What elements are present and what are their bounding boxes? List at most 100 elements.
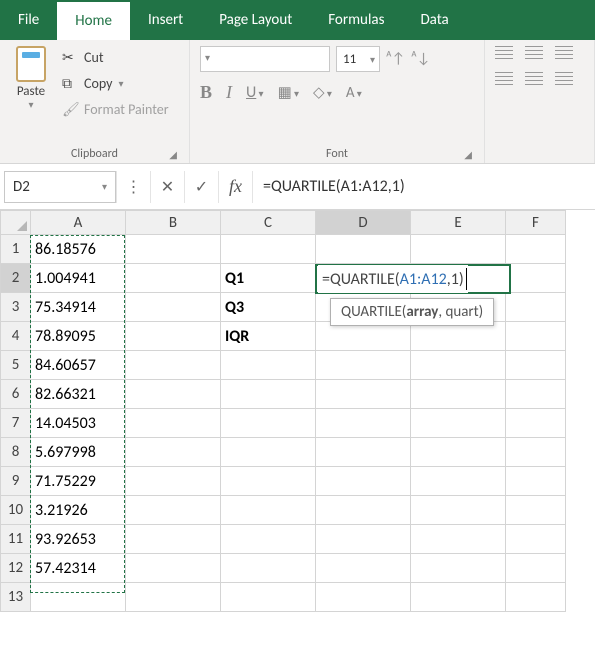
- paste-button[interactable]: Paste ▾: [10, 46, 52, 120]
- cell[interactable]: [506, 525, 566, 554]
- row-header[interactable]: 4: [1, 322, 31, 351]
- cell[interactable]: 1.004941: [31, 264, 126, 293]
- cell[interactable]: [31, 583, 126, 612]
- cell[interactable]: [316, 351, 411, 380]
- cell[interactable]: [506, 583, 566, 612]
- row-header[interactable]: 5: [1, 351, 31, 380]
- cell[interactable]: [316, 467, 411, 496]
- row-header[interactable]: 9: [1, 467, 31, 496]
- cell[interactable]: [126, 467, 221, 496]
- insert-function-button[interactable]: fx: [218, 171, 252, 203]
- cell[interactable]: [126, 235, 221, 264]
- cell[interactable]: [506, 554, 566, 583]
- cell[interactable]: [221, 467, 316, 496]
- row-header[interactable]: 1: [1, 235, 31, 264]
- more-icon[interactable]: ⋮: [116, 171, 150, 203]
- align-right-icon[interactable]: [555, 72, 573, 86]
- cell[interactable]: [506, 293, 566, 322]
- cut-button[interactable]: ✂ Cut: [62, 46, 169, 68]
- cell[interactable]: [506, 409, 566, 438]
- cell[interactable]: [411, 409, 506, 438]
- cell[interactable]: [316, 583, 411, 612]
- cell[interactable]: [411, 380, 506, 409]
- cell[interactable]: [221, 409, 316, 438]
- cell[interactable]: 78.89095: [31, 322, 126, 351]
- enter-button[interactable]: ✓: [184, 171, 218, 203]
- cell[interactable]: [221, 380, 316, 409]
- align-middle-icon[interactable]: [525, 46, 543, 60]
- cell[interactable]: 3.21926: [31, 496, 126, 525]
- cell[interactable]: Q3: [221, 293, 316, 322]
- decrease-font-icon[interactable]: [411, 50, 430, 68]
- cell[interactable]: [126, 409, 221, 438]
- tab-insert[interactable]: Insert: [130, 0, 201, 40]
- row-header[interactable]: 10: [1, 496, 31, 525]
- cell[interactable]: [506, 351, 566, 380]
- cell[interactable]: [126, 351, 221, 380]
- cell[interactable]: [411, 351, 506, 380]
- row-header[interactable]: 8: [1, 438, 31, 467]
- fill-color-button[interactable]: ◇ ▾: [313, 83, 332, 102]
- row-header[interactable]: 6: [1, 380, 31, 409]
- cell[interactable]: [316, 438, 411, 467]
- col-header-D[interactable]: D: [316, 211, 411, 235]
- cell[interactable]: [411, 554, 506, 583]
- tab-page-layout[interactable]: Page Layout: [201, 0, 310, 40]
- font-name-select[interactable]: ▾: [200, 46, 330, 72]
- dialog-launcher-icon[interactable]: ◢: [169, 148, 177, 161]
- cell[interactable]: Q1: [221, 264, 316, 293]
- row-header[interactable]: 3: [1, 293, 31, 322]
- tab-file[interactable]: File: [0, 0, 57, 40]
- cell[interactable]: [126, 438, 221, 467]
- cell[interactable]: 5.697998: [31, 438, 126, 467]
- copy-button[interactable]: ⧉ Copy ▾: [62, 72, 169, 94]
- cell[interactable]: [221, 438, 316, 467]
- cancel-button[interactable]: ✕: [150, 171, 184, 203]
- cell[interactable]: [126, 380, 221, 409]
- col-header-C[interactable]: C: [221, 211, 316, 235]
- row-header[interactable]: 13: [1, 583, 31, 612]
- row-header[interactable]: 2: [1, 264, 31, 293]
- align-bottom-icon[interactable]: [555, 46, 573, 60]
- cell[interactable]: [506, 235, 566, 264]
- bold-button[interactable]: B: [200, 82, 212, 103]
- row-header[interactable]: 7: [1, 409, 31, 438]
- cell[interactable]: [316, 235, 411, 264]
- cell[interactable]: [221, 496, 316, 525]
- name-box[interactable]: D2 ▾: [4, 171, 116, 203]
- cell[interactable]: [126, 496, 221, 525]
- cell[interactable]: [411, 438, 506, 467]
- cell[interactable]: 93.92653: [31, 525, 126, 554]
- cell[interactable]: [221, 351, 316, 380]
- cell[interactable]: [506, 496, 566, 525]
- col-header-B[interactable]: B: [126, 211, 221, 235]
- dialog-launcher-icon[interactable]: ◢: [464, 148, 472, 161]
- cell[interactable]: [411, 525, 506, 554]
- cell[interactable]: 14.04503: [31, 409, 126, 438]
- cell[interactable]: 86.18576: [31, 235, 126, 264]
- font-size-select[interactable]: 11▾: [336, 46, 380, 72]
- col-header-A[interactable]: A: [31, 211, 126, 235]
- col-header-F[interactable]: F: [506, 211, 566, 235]
- italic-button[interactable]: I: [226, 82, 232, 103]
- border-button[interactable]: ▦ ▾: [278, 83, 299, 102]
- cell[interactable]: [316, 380, 411, 409]
- cell[interactable]: [221, 583, 316, 612]
- cell[interactable]: [506, 322, 566, 351]
- col-header-E[interactable]: E: [411, 211, 506, 235]
- cell[interactable]: [126, 293, 221, 322]
- tab-data[interactable]: Data: [402, 0, 466, 40]
- formula-input[interactable]: =QUARTILE(A1:A12,1): [252, 171, 591, 203]
- cell[interactable]: [126, 583, 221, 612]
- tab-formulas[interactable]: Formulas: [310, 0, 402, 40]
- cell[interactable]: [126, 554, 221, 583]
- cell[interactable]: [221, 554, 316, 583]
- cell[interactable]: [316, 264, 411, 293]
- cell[interactable]: [126, 322, 221, 351]
- cell[interactable]: [411, 496, 506, 525]
- increase-font-icon[interactable]: [386, 50, 405, 68]
- cell[interactable]: [411, 467, 506, 496]
- cell[interactable]: [411, 235, 506, 264]
- cell[interactable]: [126, 264, 221, 293]
- font-color-button[interactable]: A ▾: [346, 84, 362, 102]
